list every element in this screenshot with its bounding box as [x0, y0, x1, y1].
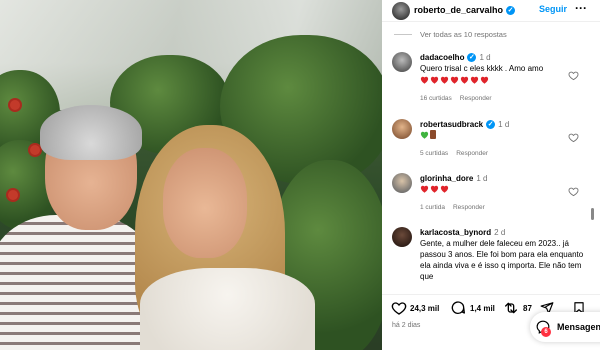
red-heart-emoji-icon	[460, 76, 469, 84]
comment-emoji	[420, 130, 585, 140]
like-comment-heart-icon[interactable]	[568, 186, 579, 197]
comment-item: dadacoelho ✓ 1 d Quero trisal c eles kkkk …	[392, 52, 588, 107]
photo-woman-face	[163, 148, 247, 258]
messages-badge: 6	[541, 327, 551, 337]
commenter-avatar[interactable]	[392, 52, 412, 72]
verified-icon: ✓	[486, 120, 496, 129]
comment-emoji	[420, 75, 585, 85]
comment-item: robertasudbrack ✓ 1 d 5 curtidas Responder	[392, 119, 588, 164]
photo-flower	[10, 100, 20, 110]
scrollbar[interactable]	[591, 208, 594, 220]
comment-time: 1 d	[479, 53, 491, 62]
commenter-username[interactable]: dadacoelho ✓ 1 d	[420, 53, 491, 62]
comment-likes-count[interactable]: 1 curtida	[420, 204, 445, 211]
comment-emoji	[420, 184, 585, 194]
like-heart-icon[interactable]	[391, 300, 407, 316]
red-heart-emoji-icon	[440, 185, 449, 193]
shares-count[interactable]: 87	[523, 304, 532, 313]
comment-time: 1 d	[498, 120, 510, 129]
commenter-avatar[interactable]	[392, 173, 412, 193]
comment-meta: 16 curtidas Responder	[420, 95, 500, 102]
comment-item: glorinha_dore 1 d 1 curtida Responder	[392, 173, 588, 218]
commenter-username-text[interactable]: robertasudbrack	[420, 120, 483, 129]
owner-avatar[interactable]	[392, 2, 410, 20]
commenter-avatar[interactable]	[392, 119, 412, 139]
photo-man-hair	[40, 105, 142, 160]
commenter-username-text[interactable]: glorinha_dore	[420, 174, 473, 183]
like-comment-heart-icon[interactable]	[568, 132, 579, 143]
messages-button[interactable]: 6 Mensagens	[530, 312, 600, 342]
commenter-username-text[interactable]: dadacoelho	[420, 53, 464, 62]
messages-label: Mensagens	[557, 322, 600, 332]
comment-text	[420, 184, 585, 194]
more-horizontal-icon[interactable]: ···	[575, 1, 587, 15]
photo-man-shirt	[0, 215, 155, 350]
red-heart-emoji-icon	[420, 185, 429, 193]
comment-time: 2 d	[494, 228, 506, 237]
red-heart-emoji-icon	[450, 76, 459, 84]
comment-bubble-icon[interactable]	[450, 300, 466, 316]
owner-username-text[interactable]: roberto_de_carvalho	[414, 5, 503, 15]
red-heart-emoji-icon	[480, 76, 489, 84]
red-heart-emoji-icon	[430, 185, 439, 193]
post-photo[interactable]	[0, 0, 382, 350]
commenter-avatar[interactable]	[392, 227, 412, 247]
comment-meta: 5 curtidas Responder	[420, 150, 496, 157]
comment-likes-count[interactable]: 5 curtidas	[420, 150, 448, 157]
repost-icon[interactable]	[503, 300, 519, 316]
commenter-username[interactable]: robertasudbrack ✓ 1 d	[420, 120, 509, 129]
comment-text: Quero trisal c eles kkkk . Amo amo	[420, 63, 585, 85]
commenter-username[interactable]: glorinha_dore 1 d	[420, 174, 487, 183]
commenter-username[interactable]: karlacosta_bynord 2 d	[420, 228, 505, 237]
replies-divider	[394, 34, 412, 35]
red-heart-emoji-icon	[420, 76, 429, 84]
likes-count[interactable]: 24,3 mil	[410, 304, 439, 313]
door-icon	[430, 130, 436, 139]
commenter-username-text[interactable]: karlacosta_bynord	[420, 228, 491, 237]
post-time[interactable]: há 2 dias	[392, 322, 420, 329]
comment-text: Gente, a mulher dele faleceu em 2023.. j…	[420, 239, 584, 281]
follow-button[interactable]: Seguir	[539, 4, 567, 14]
like-comment-heart-icon[interactable]	[568, 70, 579, 81]
owner-username[interactable]: roberto_de_carvalho ✓	[414, 5, 516, 15]
red-heart-emoji-icon	[440, 76, 449, 84]
verified-icon: ✓	[506, 6, 516, 15]
red-heart-emoji-icon	[470, 76, 479, 84]
comment-text	[420, 130, 585, 140]
reply-button[interactable]: Responder	[460, 95, 492, 102]
red-heart-emoji-icon	[430, 76, 439, 84]
photo-woman-top	[140, 268, 315, 350]
photo-flower	[30, 145, 40, 155]
comments-count[interactable]: 1,4 mil	[470, 304, 495, 313]
post-header: roberto_de_carvalho ✓ Seguir ···	[382, 0, 600, 22]
green-heart-icon	[420, 131, 429, 139]
photo-flower	[8, 190, 18, 200]
verified-icon: ✓	[467, 53, 477, 62]
view-replies-link[interactable]: Ver todas as 10 respostas	[394, 30, 507, 39]
comment-time: 1 d	[476, 174, 488, 183]
comments-panel: roberto_de_carvalho ✓ Seguir ··· Ver toda…	[382, 0, 600, 350]
reply-button[interactable]: Responder	[453, 204, 485, 211]
comment-meta: 1 curtida Responder	[420, 204, 493, 211]
comment-item: karlacosta_bynord 2 d Gente, a mulher del…	[392, 227, 588, 293]
reply-button[interactable]: Responder	[456, 150, 488, 157]
view-replies-label[interactable]: Ver todas as 10 respostas	[420, 30, 507, 39]
comment-likes-count[interactable]: 16 curtidas	[420, 95, 452, 102]
comment-text-body: Quero trisal c eles kkkk . Amo amo	[420, 64, 544, 73]
